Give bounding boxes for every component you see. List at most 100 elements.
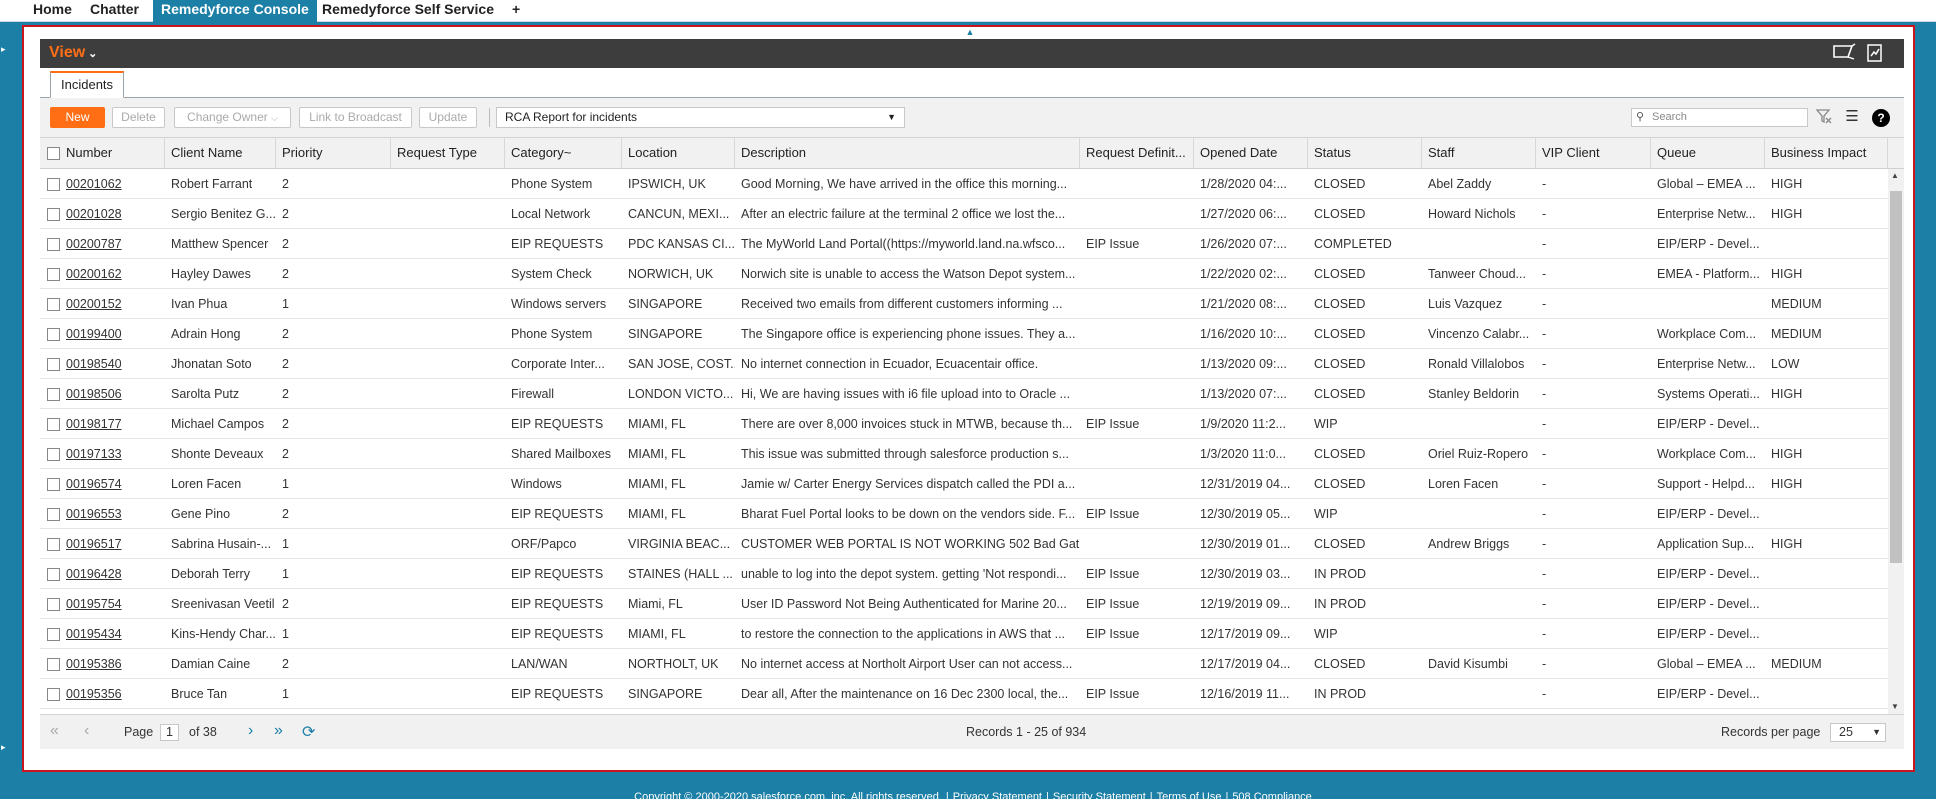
incident-number-link[interactable]: 00200162 — [66, 267, 122, 281]
row-checkbox[interactable] — [47, 628, 60, 641]
table-row[interactable]: 00196517 Sabrina Husain-... 1 ORF/Papco VIRG… — [40, 529, 1888, 559]
row-checkbox[interactable] — [47, 388, 60, 401]
row-checkbox[interactable] — [47, 178, 60, 191]
row-checkbox[interactable] — [47, 448, 60, 461]
row-checkbox[interactable] — [47, 328, 60, 341]
table-row[interactable]: 00201062 Robert Farrant 2 Phone System IPSWI… — [40, 169, 1888, 199]
table-row[interactable]: 00195754 Sreenivasan Veetil 2 EIP REQUESTS M… — [40, 589, 1888, 619]
incident-number-link[interactable]: 00199400 — [66, 327, 122, 341]
row-checkbox[interactable] — [47, 688, 60, 701]
collapse-handle-icon[interactable]: ▲ — [955, 27, 985, 37]
broadcast-icon[interactable] — [1832, 43, 1856, 63]
column-header-location[interactable]: Location — [622, 138, 735, 168]
report-select[interactable]: RCA Report for incidents ▼ — [496, 107, 905, 128]
table-row[interactable]: 00200787 Matthew Spencer 2 EIP REQUESTS PDC … — [40, 229, 1888, 259]
incident-number-link[interactable]: 00200787 — [66, 237, 122, 251]
incident-number-link[interactable]: 00196517 — [66, 537, 122, 551]
tab-remedyforce-console[interactable]: Remedyforce Console — [153, 0, 317, 22]
left-collapse-strip[interactable]: ▸ ▸ — [0, 22, 10, 799]
table-row[interactable]: 00200162 Hayley Dawes 2 System Check NORWICH… — [40, 259, 1888, 289]
first-page-icon[interactable]: « — [50, 722, 59, 740]
column-header-description[interactable]: Description — [735, 138, 1080, 168]
report-icon[interactable] — [1864, 43, 1886, 63]
row-checkbox[interactable] — [47, 598, 60, 611]
tab-chatter[interactable]: Chatter — [82, 0, 147, 22]
row-checkbox[interactable] — [47, 478, 60, 491]
incident-number-link[interactable]: 00196553 — [66, 507, 122, 521]
scroll-up-icon[interactable]: ▲ — [1891, 171, 1899, 180]
column-header-request-definition[interactable]: Request Definit... — [1080, 138, 1194, 168]
incident-number-link[interactable]: 00200152 — [66, 297, 122, 311]
table-row[interactable]: 00197133 Shonte Deveaux 2 Shared Mailboxes M… — [40, 439, 1888, 469]
row-checkbox[interactable] — [47, 268, 60, 281]
table-row[interactable]: 00198506 Sarolta Putz 2 Firewall LONDON VICT… — [40, 379, 1888, 409]
table-row[interactable]: 00195356 Bruce Tan 1 EIP REQUESTS SINGAPORE D… — [40, 679, 1888, 709]
clear-filter-icon[interactable] — [1814, 107, 1834, 129]
expand-arrow-icon[interactable]: ▸ — [1, 742, 6, 753]
column-header-number[interactable]: Number — [60, 138, 165, 168]
footer-link[interactable]: 508 Compliance — [1232, 791, 1312, 799]
table-row[interactable]: 00199400 Adrain Hong 2 Phone System SINGAPOR… — [40, 319, 1888, 349]
column-header-opened-date[interactable]: Opened Date — [1194, 138, 1308, 168]
column-header-vip-client[interactable]: VIP Client — [1536, 138, 1651, 168]
tab-remedyforce-self-service[interactable]: Remedyforce Self Service — [314, 0, 502, 22]
table-row[interactable]: 00198540 Jhonatan Soto 2 Corporate Inter...… — [40, 349, 1888, 379]
scroll-down-icon[interactable]: ▼ — [1891, 702, 1899, 711]
row-checkbox[interactable] — [47, 418, 60, 431]
table-row[interactable]: 00195386 Damian Caine 2 LAN/WAN NORTHOLT, UK… — [40, 649, 1888, 679]
table-row[interactable]: 00195434 Kins-Hendy Char... 1 EIP REQUESTS M… — [40, 619, 1888, 649]
refresh-icon[interactable]: ⟳ — [302, 722, 315, 742]
link-to-broadcast-button[interactable]: Link to Broadcast — [299, 107, 412, 128]
column-header-request-type[interactable]: Request Type — [391, 138, 505, 168]
tab-home[interactable]: Home — [25, 0, 80, 22]
new-button[interactable]: New — [50, 107, 105, 128]
column-header-staff[interactable]: Staff — [1422, 138, 1536, 168]
page-number-input[interactable]: 1 — [160, 724, 179, 741]
incident-number-link[interactable]: 00198506 — [66, 387, 122, 401]
column-header-priority[interactable]: Priority — [276, 138, 391, 168]
expand-arrow-icon[interactable]: ▸ — [1, 44, 6, 55]
list-menu-icon[interactable]: ☰ — [1842, 107, 1862, 129]
vertical-scrollbar[interactable]: ▲ ▼ — [1888, 169, 1904, 714]
view-menu[interactable]: View ⌄ — [49, 44, 97, 62]
column-header-status[interactable]: Status — [1308, 138, 1422, 168]
add-tab-button[interactable]: + — [504, 0, 528, 22]
incident-number-link[interactable]: 00196428 — [66, 567, 122, 581]
incident-number-link[interactable]: 00201062 — [66, 177, 122, 191]
next-page-icon[interactable]: › — [248, 722, 253, 740]
update-button[interactable]: Update — [419, 107, 477, 128]
previous-page-icon[interactable]: ‹ — [84, 722, 89, 740]
incident-number-link[interactable]: 00195754 — [66, 597, 122, 611]
last-page-icon[interactable]: » — [274, 722, 283, 740]
incident-number-link[interactable]: 00198177 — [66, 417, 122, 431]
incident-number-link[interactable]: 00201028 — [66, 207, 122, 221]
tab-incidents[interactable]: Incidents — [50, 71, 125, 98]
incident-number-link[interactable]: 00195386 — [66, 657, 122, 671]
row-checkbox[interactable] — [47, 238, 60, 251]
incident-number-link[interactable]: 00197133 — [66, 447, 122, 461]
column-header-category[interactable]: Category~ — [505, 138, 622, 168]
row-checkbox[interactable] — [47, 568, 60, 581]
column-header-client-name[interactable]: Client Name — [165, 138, 276, 168]
row-checkbox[interactable] — [47, 298, 60, 311]
row-checkbox[interactable] — [47, 538, 60, 551]
incident-number-link[interactable]: 00198540 — [66, 357, 122, 371]
row-checkbox[interactable] — [47, 208, 60, 221]
records-per-page-select[interactable]: 25 ▼ — [1830, 723, 1886, 742]
incident-number-link[interactable]: 00195356 — [66, 687, 122, 701]
table-row[interactable]: 00200152 Ivan Phua 1 Windows servers SINGAPO… — [40, 289, 1888, 319]
incident-number-link[interactable]: 00195434 — [66, 627, 122, 641]
table-row[interactable]: 00201028 Sergio Benitez G... 2 Local Networ… — [40, 199, 1888, 229]
table-row[interactable]: 00196428 Deborah Terry 1 EIP REQUESTS STAINE… — [40, 559, 1888, 589]
row-checkbox[interactable] — [47, 658, 60, 671]
footer-link[interactable]: Terms of Use — [1157, 791, 1222, 799]
change-owner-button[interactable]: Change Owner ⌵ — [174, 107, 291, 128]
select-all-checkbox[interactable] — [47, 147, 60, 160]
incident-number-link[interactable]: 00196574 — [66, 477, 122, 491]
table-row[interactable]: 00196574 Loren Facen 1 Windows MIAMI, FL Jami… — [40, 469, 1888, 499]
table-row[interactable]: 00196553 Gene Pino 2 EIP REQUESTS MIAMI, FL B… — [40, 499, 1888, 529]
table-row[interactable]: 00198177 Michael Campos 2 EIP REQUESTS MIAMI… — [40, 409, 1888, 439]
help-icon[interactable]: ? — [1872, 109, 1890, 127]
row-checkbox[interactable] — [47, 508, 60, 521]
scrollbar-thumb[interactable] — [1890, 191, 1902, 563]
